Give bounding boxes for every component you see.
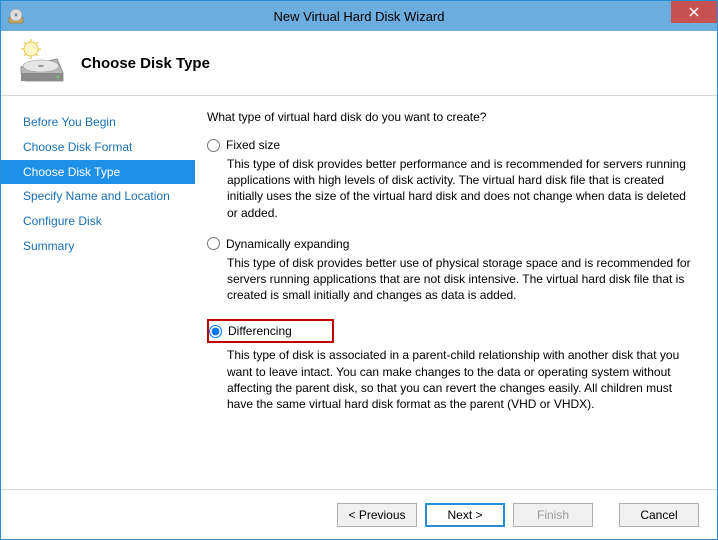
option-head-fixed: Fixed size: [207, 138, 695, 152]
next-button[interactable]: Next >: [425, 503, 505, 527]
cancel-button[interactable]: Cancel: [619, 503, 699, 527]
wizard-step-3[interactable]: Specify Name and Location: [1, 184, 195, 209]
titlebar: New Virtual Hard Disk Wizard: [1, 1, 717, 31]
disk-icon: [17, 39, 65, 87]
disk-type-option-differencing: Differencing This type of disk is associa…: [207, 319, 695, 412]
radio-fixed[interactable]: [207, 139, 220, 152]
option-description-fixed: This type of disk provides better perfor…: [227, 156, 695, 221]
app-icon: [7, 7, 25, 25]
window-title: New Virtual Hard Disk Wizard: [1, 9, 717, 24]
content-area: Before You BeginChoose Disk FormatChoose…: [1, 96, 717, 489]
option-description-differencing: This type of disk is associated in a par…: [227, 347, 695, 412]
wizard-step-2[interactable]: Choose Disk Type: [1, 160, 195, 185]
option-head-differencing: Differencing: [207, 319, 334, 343]
option-description-dynamic: This type of disk provides better use of…: [227, 255, 695, 304]
disk-type-option-dynamic: Dynamically expanding This type of disk p…: [207, 237, 695, 304]
option-label-fixed[interactable]: Fixed size: [226, 138, 280, 152]
option-label-differencing[interactable]: Differencing: [228, 324, 292, 338]
radio-dynamic[interactable]: [207, 237, 220, 250]
close-button[interactable]: [671, 1, 717, 23]
wizard-step-0[interactable]: Before You Begin: [1, 110, 195, 135]
page-title: Choose Disk Type: [81, 55, 210, 72]
disk-type-option-fixed: Fixed size This type of disk provides bet…: [207, 138, 695, 221]
wizard-header: Choose Disk Type: [1, 31, 717, 96]
wizard-window: New Virtual Hard Disk Wizard: [0, 0, 718, 540]
finish-button[interactable]: Finish: [513, 503, 593, 527]
previous-button[interactable]: < Previous: [337, 503, 417, 527]
option-label-dynamic[interactable]: Dynamically expanding: [226, 237, 349, 251]
wizard-step-5[interactable]: Summary: [1, 234, 195, 259]
wizard-step-1[interactable]: Choose Disk Format: [1, 135, 195, 160]
wizard-step-4[interactable]: Configure Disk: [1, 209, 195, 234]
prompt-text: What type of virtual hard disk do you wa…: [207, 110, 695, 124]
wizard-steps: Before You BeginChoose Disk FormatChoose…: [1, 96, 195, 489]
main-panel: What type of virtual hard disk do you wa…: [195, 96, 717, 489]
wizard-footer: < Previous Next > Finish Cancel: [1, 489, 717, 539]
radio-differencing[interactable]: [209, 325, 222, 338]
option-head-dynamic: Dynamically expanding: [207, 237, 695, 251]
